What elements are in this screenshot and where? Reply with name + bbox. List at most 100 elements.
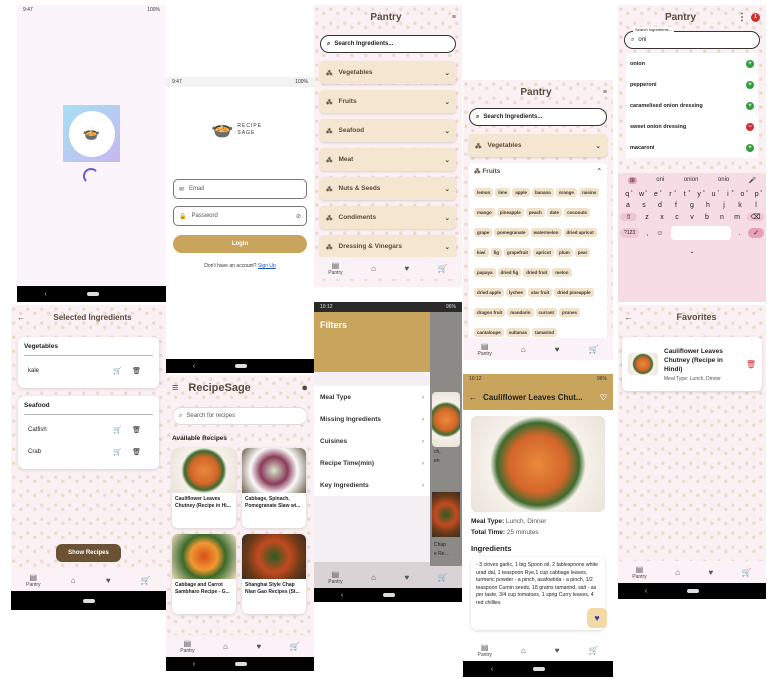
- nav-cart[interactable]: 🛒: [588, 345, 598, 354]
- ingredient-chip[interactable]: dried apple: [474, 288, 505, 297]
- nav-cart[interactable]: 🛒: [742, 568, 752, 577]
- filter-item[interactable]: Recipe Time(min) ›: [314, 452, 430, 474]
- home-nav-pill[interactable]: [86, 292, 99, 296]
- home-nav-pill[interactable]: [82, 598, 95, 603]
- nav-favorites[interactable]: ♥: [555, 646, 560, 655]
- nav-pantry[interactable]: ▤ Pantry: [477, 342, 491, 357]
- ingredient-chip[interactable]: coconuts: [564, 208, 591, 217]
- period-key[interactable]: .: [739, 230, 741, 237]
- category-fruits[interactable]: ⁂ Fruits: [474, 167, 500, 175]
- ingredient-chip[interactable]: apple: [512, 188, 531, 197]
- category-row[interactable]: ⁂ Dressing & Vinegars ⌄: [320, 235, 456, 258]
- category-row[interactable]: ⁂ Condiments ⌄: [320, 206, 456, 229]
- key[interactable]: n: [718, 214, 727, 221]
- key[interactable]: l: [751, 202, 762, 209]
- remove-circle-icon[interactable]: −: [746, 122, 754, 131]
- nav-favorites[interactable]: ♥: [405, 264, 410, 273]
- cart-add-icon[interactable]: 🛒: [113, 367, 122, 375]
- visibility-off-icon[interactable]: ⊘: [296, 213, 301, 220]
- key[interactable]: q1: [622, 189, 632, 198]
- ingredient-chip[interactable]: dried fruit: [523, 268, 551, 277]
- ingredient-chip[interactable]: papaya: [474, 268, 496, 277]
- ingredient-chip[interactable]: star fruit: [528, 288, 553, 297]
- nav-home[interactable]: ⌂: [675, 568, 680, 577]
- ingredient-chip[interactable]: dried pineapple: [554, 288, 594, 297]
- suggestion-3[interactable]: onio: [718, 177, 729, 183]
- back-nav-icon[interactable]: ‹: [193, 363, 195, 370]
- space-key[interactable]: [670, 226, 731, 240]
- back-nav-icon[interactable]: ‹: [193, 661, 195, 668]
- key[interactable]: y6: [694, 189, 704, 198]
- nav-pantry[interactable]: ▤ Pantry: [477, 643, 491, 658]
- ingredient-chip[interactable]: mango: [474, 208, 495, 217]
- nav-favorites[interactable]: ♥: [709, 568, 714, 577]
- nav-home[interactable]: ⌂: [371, 573, 376, 582]
- category-row[interactable]: ⁂ Seafood ⌄: [320, 119, 456, 142]
- nav-favorites[interactable]: ♥: [257, 642, 262, 651]
- delete-icon[interactable]: 🗑: [132, 367, 141, 375]
- key[interactable]: z: [643, 214, 652, 221]
- nav-favorites[interactable]: ♥: [405, 573, 410, 582]
- nav-home[interactable]: ⌂: [223, 642, 228, 651]
- home-nav-pill[interactable]: [533, 667, 546, 671]
- ingredient-chip[interactable]: kiwi: [474, 248, 489, 257]
- back-arrow-icon[interactable]: ←: [17, 313, 25, 322]
- key[interactable]: f: [671, 202, 682, 209]
- nav-pantry[interactable]: ▤ Pantry: [328, 570, 342, 585]
- ingredient-chip[interactable]: currant: [535, 308, 558, 317]
- ingredient-chip[interactable]: tamarind: [532, 328, 558, 337]
- emoji-icon[interactable]: ☺: [656, 230, 663, 237]
- back-nav-icon[interactable]: ‹: [44, 291, 46, 298]
- account-icon[interactable]: ●: [301, 382, 308, 394]
- home-nav-pill[interactable]: [383, 593, 396, 597]
- back-arrow-icon[interactable]: ←: [624, 312, 633, 322]
- nav-home[interactable]: ⌂: [521, 345, 526, 354]
- home-nav-pill[interactable]: [687, 589, 700, 593]
- ingredient-chip[interactable]: fig: [490, 248, 503, 257]
- add-circle-icon[interactable]: +: [746, 101, 754, 110]
- key[interactable]: h: [703, 202, 714, 209]
- key[interactable]: g: [687, 202, 698, 209]
- search-input[interactable]: ⌕ Search Ingredients...: [469, 108, 607, 126]
- backspace-key[interactable]: ⌫: [747, 213, 764, 221]
- nav-pantry[interactable]: ▤ Pantry: [180, 639, 194, 654]
- key[interactable]: c: [673, 214, 682, 221]
- mic-icon[interactable]: 🎤: [749, 177, 756, 184]
- nav-home[interactable]: ⌂: [371, 264, 376, 273]
- ingredient-chip[interactable]: pomegranate: [494, 228, 529, 237]
- ingredient-chip[interactable]: dried apricot: [563, 228, 597, 237]
- cart-add-icon[interactable]: 🛒: [113, 448, 122, 456]
- result-row[interactable]: pepperoni +: [626, 74, 758, 95]
- favorite-outline-icon[interactable]: ♡: [600, 393, 607, 402]
- category-row[interactable]: ⁂ Vegetables ⌄: [320, 61, 456, 84]
- shift-key[interactable]: ⇧: [620, 213, 637, 221]
- suggestion-2[interactable]: onion: [684, 177, 699, 183]
- nav-cart[interactable]: 🛒: [588, 646, 598, 655]
- key[interactable]: p0: [751, 189, 762, 198]
- ingredient-chip[interactable]: grapefruit: [504, 248, 532, 257]
- ingredient-chip[interactable]: cantaloupe: [474, 328, 504, 337]
- chevron-up-icon[interactable]: ⌃: [597, 167, 602, 175]
- filter-item[interactable]: Meal Type ›: [314, 386, 430, 408]
- back-nav-icon[interactable]: ‹: [645, 588, 647, 595]
- result-row[interactable]: macaroni +: [626, 137, 758, 158]
- nav-favorites[interactable]: ♥: [555, 345, 560, 354]
- nav-cart[interactable]: 🛒: [290, 642, 300, 651]
- ingredient-chip[interactable]: plum: [556, 248, 573, 257]
- recipe-card[interactable]: Cabbage, Spinach, Pomegranate Slaw wi...: [242, 448, 306, 528]
- nav-home[interactable]: ⌂: [521, 646, 526, 655]
- add-circle-icon[interactable]: +: [746, 143, 754, 152]
- key[interactable]: r4: [665, 189, 676, 198]
- key[interactable]: t5: [679, 189, 690, 198]
- ingredient-chip[interactable]: pear: [574, 248, 591, 257]
- ingredient-chip[interactable]: dragon fruit: [474, 308, 506, 317]
- suggestion-1[interactable]: oni: [656, 177, 664, 183]
- key[interactable]: s: [639, 202, 650, 209]
- result-row[interactable]: sweet onion dressing −: [626, 116, 758, 137]
- nav-pantry[interactable]: ▤ Pantry: [26, 573, 40, 588]
- ingredient-chip[interactable]: prunes: [559, 308, 581, 317]
- ingredient-chip[interactable]: apricot: [533, 248, 555, 257]
- filter-icon[interactable]: ≡: [452, 14, 456, 21]
- recipe-card[interactable]: Cabbage and Carrot Sambharo Recipe - G..…: [172, 534, 236, 614]
- key[interactable]: d: [655, 202, 666, 209]
